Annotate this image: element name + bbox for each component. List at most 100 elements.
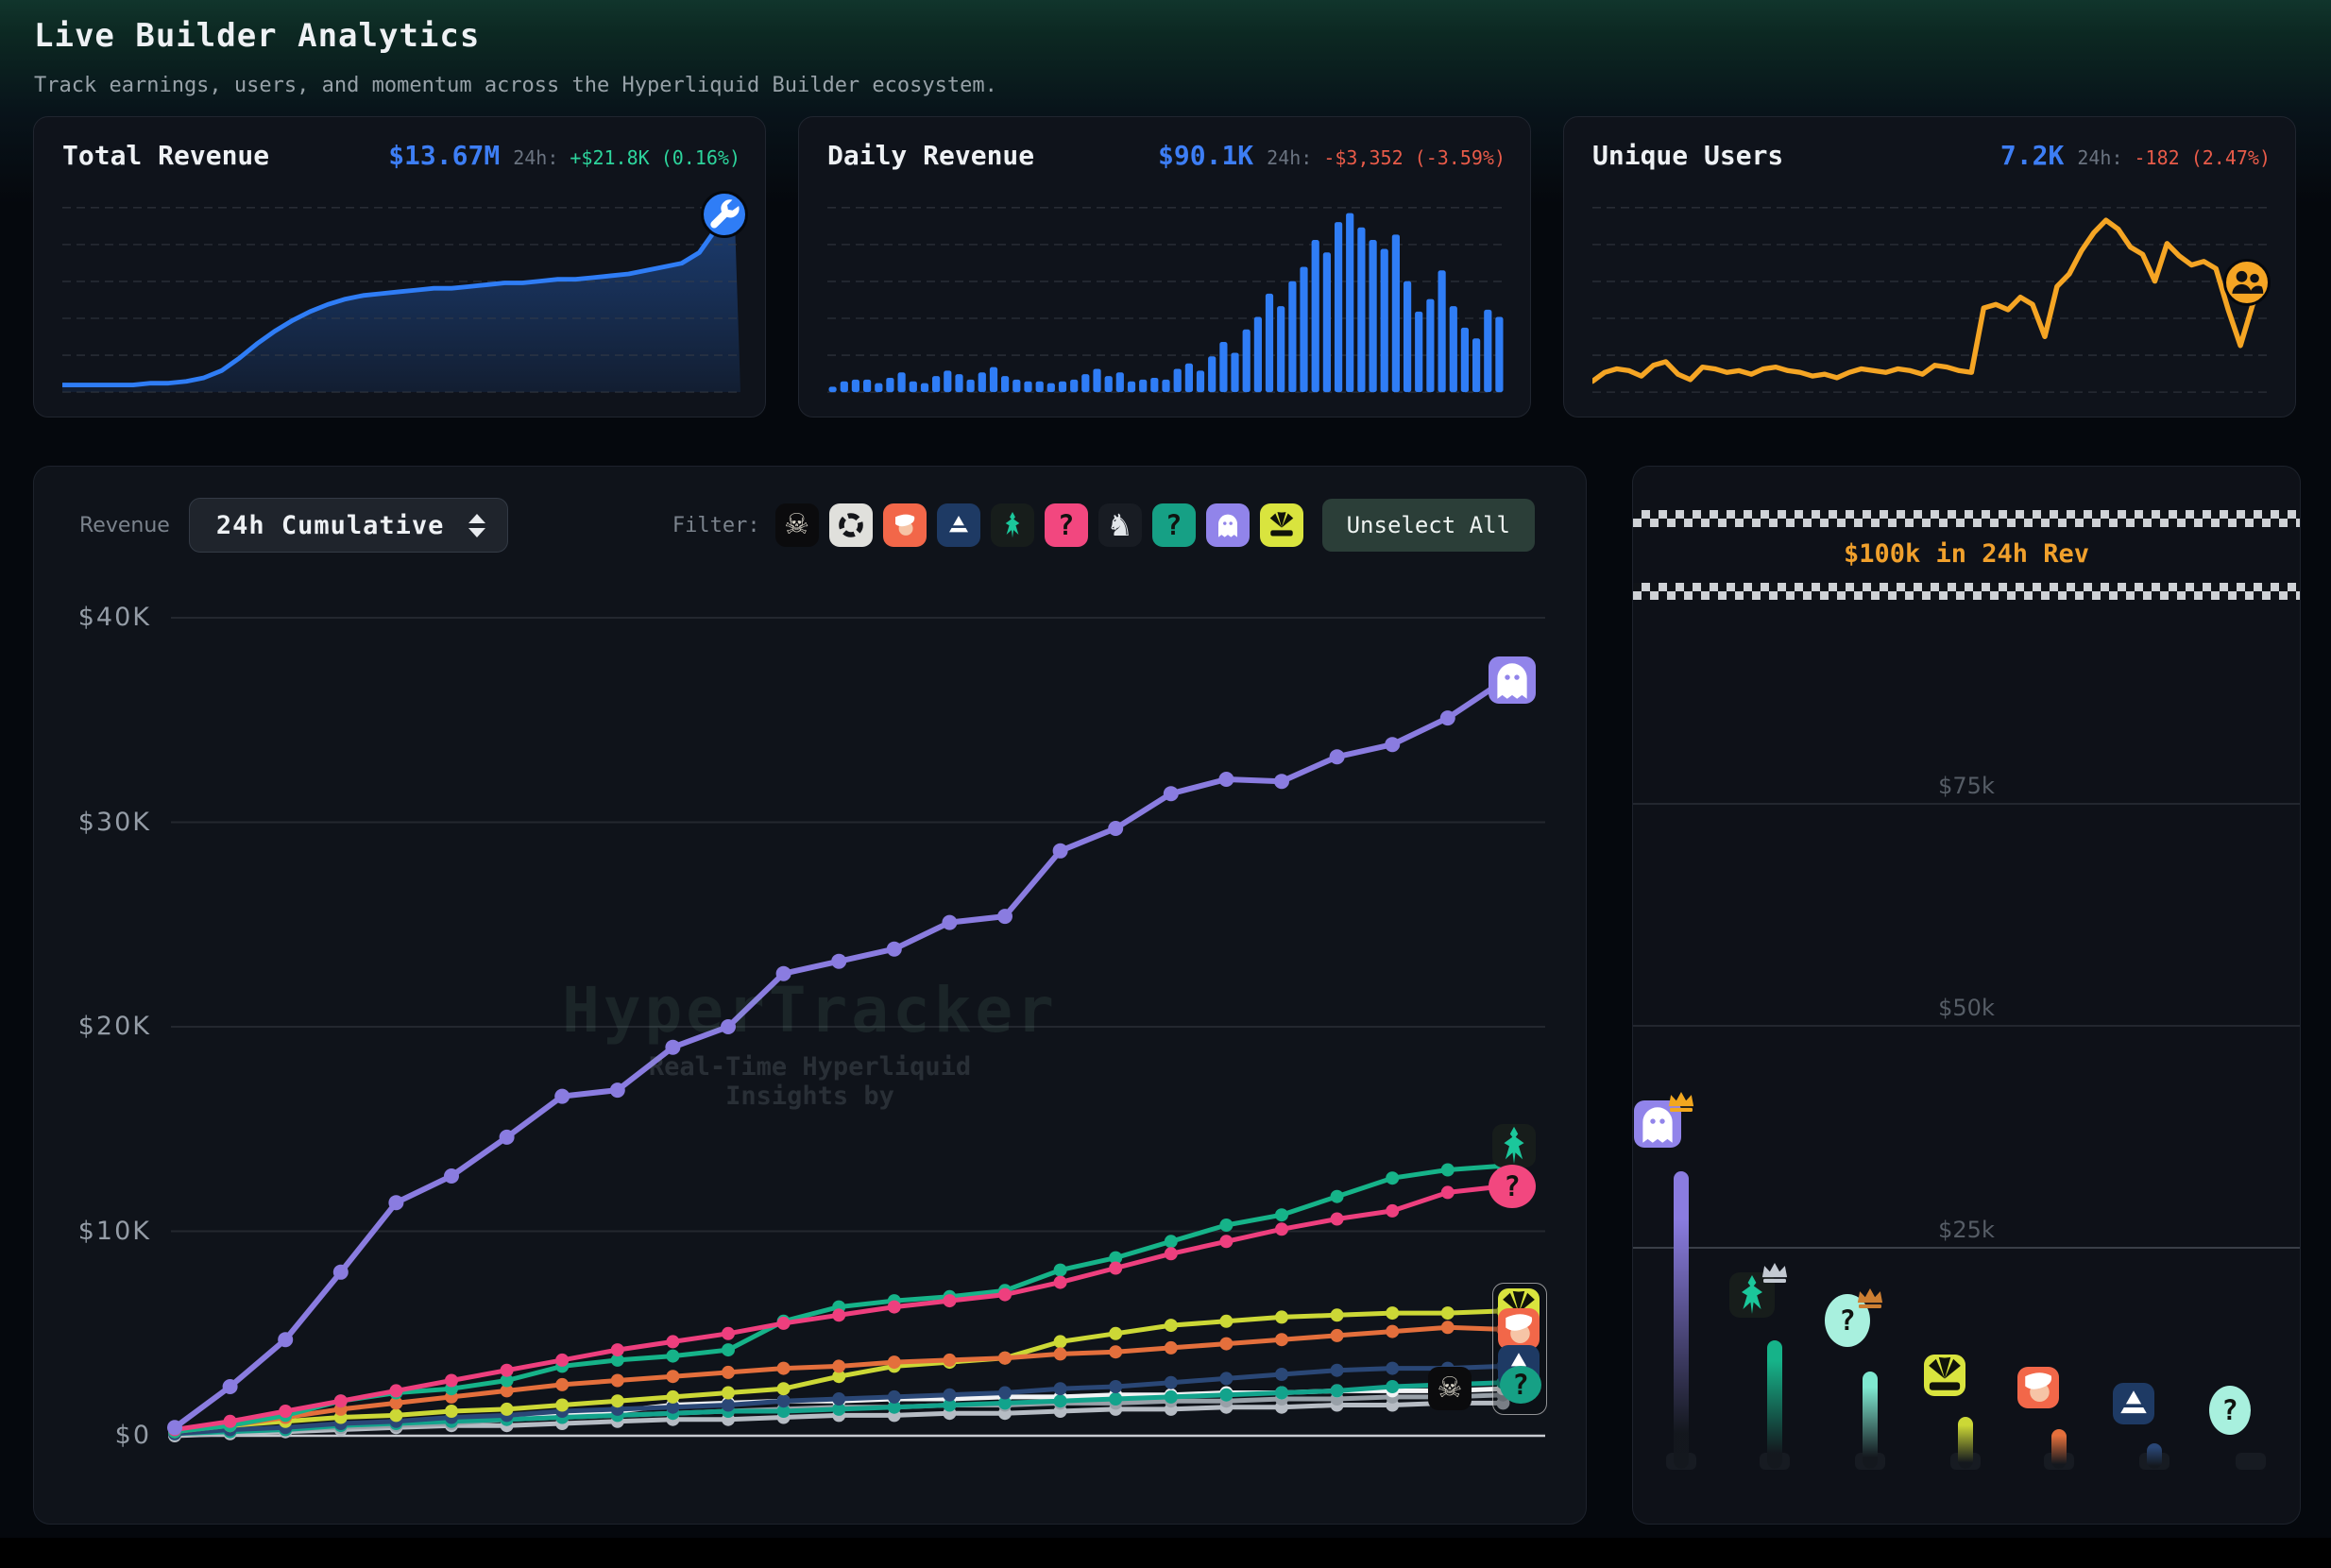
bat-builder-race-icon	[1924, 1355, 1965, 1396]
skull-icon: ☠	[1438, 1374, 1463, 1403]
race-gridline	[1633, 803, 2300, 805]
y-axis-tick: $30K	[40, 808, 151, 837]
orange-logo-icon	[890, 510, 920, 540]
card-title: Unique Users	[1592, 140, 1783, 171]
race-goal-label: $100k in 24h Rev	[1633, 539, 2300, 569]
ghost-builder-icon	[1489, 656, 1536, 704]
y-axis-tick: $0	[40, 1421, 151, 1450]
filter-button-skull[interactable]: ☠	[775, 503, 819, 547]
question-mark-icon: ?	[2221, 1394, 2237, 1426]
gold-crown-icon	[1666, 1090, 1696, 1114]
wrench-icon	[704, 194, 745, 235]
bat-icon	[1267, 510, 1297, 540]
card-value: $90.1K	[1158, 140, 1253, 171]
bottom-bar	[0, 1538, 2331, 1568]
bat-race-bar	[1958, 1417, 1973, 1469]
live-builder-analytics-page: Live Builder Analytics Track earnings, u…	[0, 0, 2331, 1568]
chart-controls: Revenue 24h Cumulative Filter: ☠? ♞? Unse…	[34, 467, 1586, 565]
orange-builder-race-icon	[2017, 1367, 2059, 1408]
mountain-triangle-icon	[944, 510, 974, 540]
crown-icon	[1666, 1090, 1696, 1114]
pinkq-builder-icon: ?	[1489, 1165, 1536, 1208]
orange-logo-icon	[2017, 1367, 2059, 1408]
skull-builder-icon: ☠	[1428, 1367, 1472, 1410]
page-subtitle: Track earnings, users, and momentum acro…	[34, 74, 997, 97]
race-lane-base	[2236, 1453, 2266, 1470]
filter-button-ghost[interactable]	[1206, 503, 1250, 547]
stat-card-unique-users: Unique Users 7.2K 24h: -182 (2.47%)	[1563, 116, 2296, 418]
card-title: Total Revenue	[62, 140, 269, 171]
card-period-label: 24h:	[513, 146, 558, 169]
mantis-icon	[997, 510, 1028, 540]
ghost-icon	[1489, 656, 1536, 704]
card-period-label: 24h:	[1267, 146, 1312, 169]
crown-icon	[1855, 1287, 1885, 1310]
mountain-race-bar	[2147, 1443, 2162, 1469]
page-title: Live Builder Analytics	[34, 17, 997, 55]
filter-button-bat[interactable]	[1260, 503, 1303, 547]
filter-button-mantis[interactable]	[991, 503, 1034, 547]
question-mark-icon: ?	[1839, 1304, 1855, 1337]
mintq-race-bar	[1863, 1372, 1878, 1469]
card-delta: -$3,352 (-3.59%)	[1323, 146, 1506, 169]
mantis-icon	[1492, 1124, 1536, 1167]
metric-label: Revenue	[79, 514, 170, 537]
skull-icon: ☠	[784, 511, 809, 539]
filter-button-tealq[interactable]: ?	[1152, 503, 1196, 547]
finish-line-top	[1633, 510, 2300, 527]
y-axis-tick: $40K	[40, 603, 151, 632]
y-axis-tick: $20K	[40, 1012, 151, 1041]
tealq-builder-icon: ?	[1500, 1366, 1541, 1404]
users-badge-icon	[2223, 259, 2271, 306]
ring-icon	[836, 510, 866, 540]
race-grid-label: $25k	[1633, 1217, 2300, 1243]
wrench-badge-icon	[701, 191, 748, 238]
builder-filter-row: ☠? ♞?	[775, 503, 1303, 547]
chevron-updown-icon	[468, 514, 485, 537]
mantis-builder-icon	[1492, 1124, 1536, 1167]
ghost-race-bar	[1674, 1171, 1689, 1469]
filter-button-pinkq[interactable]: ?	[1045, 503, 1088, 547]
bronze-crown-icon	[1855, 1287, 1885, 1310]
y-axis-tick: $10K	[40, 1217, 151, 1246]
race-grid-label: $75k	[1633, 773, 2300, 799]
crown-icon	[1760, 1261, 1790, 1285]
unselect-all-button[interactable]: Unselect All	[1322, 499, 1535, 552]
question-mark-icon: ?	[1058, 509, 1074, 541]
race-gridline	[1633, 1247, 2300, 1249]
card-period-label: 24h:	[2077, 146, 2122, 169]
question-mark-icon: ?	[1166, 509, 1182, 541]
stat-card-daily-revenue: Daily Revenue $90.1K 24h: -$3,352 (-3.59%)	[798, 116, 1531, 418]
filter-button-ring[interactable]	[829, 503, 873, 547]
revenue-chart-panel: Revenue 24h Cumulative Filter: ☠? ♞? Unse…	[33, 466, 1587, 1525]
filter-label: Filter:	[672, 514, 760, 537]
mintq-builder-race-icon: ?	[2209, 1386, 2251, 1435]
users-icon	[2226, 262, 2268, 303]
card-title: Daily Revenue	[827, 140, 1034, 171]
mantis-race-bar	[1767, 1340, 1782, 1469]
orange-builder-icon	[1498, 1308, 1540, 1350]
filter-button-orange[interactable]	[883, 503, 927, 547]
lion-icon: ♞	[1106, 510, 1133, 540]
orange-race-bar	[2051, 1429, 2067, 1469]
finish-line-bottom	[1633, 583, 2300, 600]
card-delta: -182 (2.47%)	[2135, 146, 2271, 169]
card-value: $13.67M	[388, 140, 500, 171]
filter-button-lion[interactable]: ♞	[1098, 503, 1142, 547]
cumulative-revenue-chart: $40K$30K$20K$10K$0HyperTrackerReal-Time …	[34, 572, 1586, 1517]
filter-button-mountain[interactable]	[937, 503, 980, 547]
card-mini-chart	[1592, 202, 2271, 396]
card-mini-chart	[827, 202, 1506, 396]
race-to-100k-panel: $100k in 24h Rev $75k $50k $25k??	[1632, 466, 2301, 1525]
orange-logo-icon	[1498, 1308, 1540, 1350]
card-mini-chart	[62, 202, 740, 396]
mountain-triangle-icon	[2113, 1383, 2154, 1424]
timeframe-dropdown-value: 24h Cumulative	[216, 511, 445, 540]
race-grid-label: $50k	[1633, 995, 2300, 1021]
card-value: 7.2K	[2000, 140, 2064, 171]
timeframe-dropdown[interactable]: 24h Cumulative	[189, 498, 508, 553]
stat-card-total-revenue: Total Revenue$13.67M24h:+$21.8K (0.16%)	[33, 116, 766, 418]
question-mark-icon: ?	[1512, 1369, 1528, 1401]
silver-crown-icon	[1760, 1261, 1790, 1285]
mountain-builder-race-icon	[2113, 1383, 2154, 1424]
